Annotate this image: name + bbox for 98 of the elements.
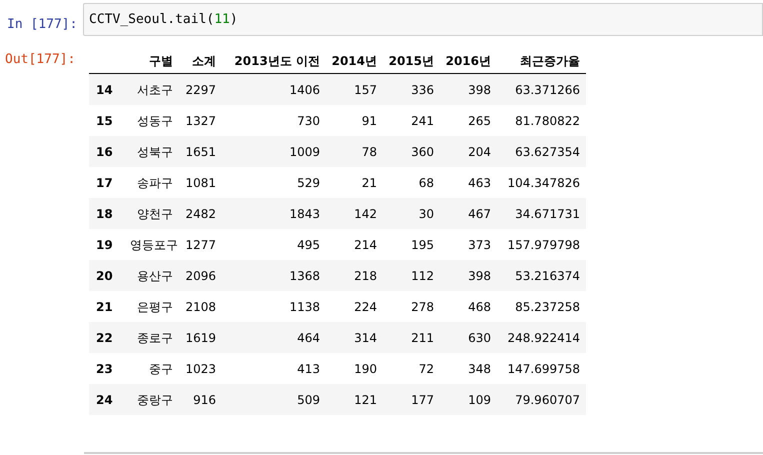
table-cell: 630	[468, 330, 491, 344]
table-cell: 204	[468, 144, 491, 158]
table-cell: 1327	[185, 114, 216, 128]
table-cell: 서초구	[137, 82, 173, 96]
row-index: 24	[96, 392, 113, 406]
table-cell: 1009	[289, 144, 320, 158]
table-cell: 211	[411, 330, 434, 344]
input-prompt: In [177]:	[7, 17, 78, 32]
table-cell: 360	[411, 144, 434, 158]
table-cell: 195	[411, 238, 434, 252]
column-header: 2016년	[446, 54, 491, 68]
table-cell: 529	[297, 176, 320, 190]
table-cell: 1277	[185, 238, 216, 252]
row-index: 17	[96, 176, 113, 190]
row-index: 21	[96, 300, 113, 314]
code-input-field[interactable]: CCTV_Seoul.tail(11)	[83, 3, 763, 36]
table-cell: 314	[354, 330, 377, 344]
row-index: 19	[96, 238, 113, 252]
table-cell: 영등포구	[130, 238, 178, 252]
table-cell: 1081	[185, 176, 216, 190]
column-header: 구별	[149, 54, 173, 68]
table-cell: 398	[468, 268, 491, 282]
column-header: 2015년	[388, 54, 434, 68]
table-cell: 2482	[185, 206, 216, 220]
table-cell: 1368	[289, 268, 320, 282]
table-cell: 468	[468, 300, 491, 314]
table-cell: 177	[411, 392, 434, 406]
table-cell: 1843	[289, 206, 320, 220]
table-cell: 157	[354, 82, 377, 96]
output-prompt: Out[177]:	[5, 52, 76, 67]
table-cell: 467	[468, 206, 491, 220]
table-cell: 413	[297, 362, 320, 376]
table-cell: 중랑구	[137, 392, 173, 406]
table-cell: 78	[362, 144, 377, 158]
table-cell: 21	[362, 176, 377, 190]
table-cell: 91	[362, 114, 377, 128]
table-cell: 1406	[289, 82, 320, 96]
table-cell: 72	[418, 362, 434, 376]
table-cell: 214	[354, 238, 377, 252]
table-cell: 79.960707	[515, 392, 580, 406]
table-cell: 142	[354, 206, 377, 220]
column-header: 소계	[192, 54, 216, 68]
table-cell: 147.699758	[507, 362, 580, 376]
table-cell: 916	[193, 392, 216, 406]
table-cell: 509	[297, 392, 320, 406]
table-cell: 81.780822	[515, 114, 580, 128]
row-index: 20	[96, 268, 113, 282]
table-cell: 2297	[185, 82, 216, 96]
column-header: 2014년	[332, 54, 377, 68]
table-cell: 1138	[289, 300, 320, 314]
column-header: 최근증가율	[520, 54, 580, 68]
table-cell: 730	[297, 114, 320, 128]
table-cell: 송파구	[137, 176, 173, 190]
table-cell: 63.627354	[515, 144, 580, 158]
table-cell: 30	[418, 206, 434, 220]
table-cell: 373	[468, 238, 491, 252]
row-index: 15	[96, 114, 113, 128]
table-cell: 용산구	[137, 268, 173, 282]
table-cell: 중구	[149, 362, 173, 376]
table-cell: 336	[411, 82, 434, 96]
table-cell: 109	[468, 392, 491, 406]
table-cell: 2108	[185, 300, 216, 314]
table-cell: 68	[418, 176, 434, 190]
table-cell: 85.237258	[515, 300, 580, 314]
table-cell: 1619	[185, 330, 216, 344]
table-cell: 1023	[185, 362, 216, 376]
table-cell: 248.922414	[507, 330, 580, 344]
table-cell: 495	[297, 238, 320, 252]
table-cell: 양천구	[137, 206, 173, 220]
table-cell: 63.371266	[515, 82, 580, 96]
table-cell: 성북구	[137, 144, 173, 158]
row-index: 16	[96, 144, 113, 158]
table-cell: 348	[468, 362, 491, 376]
row-index: 22	[96, 330, 113, 344]
table-cell: 278	[411, 300, 434, 314]
table-cell: 241	[411, 114, 434, 128]
table-cell: 104.347826	[507, 176, 580, 190]
table-cell: 224	[354, 300, 377, 314]
table-cell: 265	[468, 114, 491, 128]
table-cell: 성동구	[137, 114, 173, 128]
table-cell: 종로구	[137, 330, 173, 344]
row-index: 14	[96, 82, 113, 96]
row-index: 23	[96, 362, 113, 376]
table-cell: 53.216374	[515, 268, 580, 282]
table-cell: 463	[468, 176, 491, 190]
table-cell: 218	[354, 268, 377, 282]
row-index: 18	[96, 206, 113, 220]
table-cell: 34.671731	[515, 206, 580, 220]
table-cell: 398	[468, 82, 491, 96]
table-cell: 은평구	[137, 300, 173, 314]
table-cell: 464	[297, 330, 320, 344]
table-cell: 112	[411, 268, 434, 282]
table-cell: 121	[354, 392, 377, 406]
table-cell: 2096	[185, 268, 216, 282]
column-header: 2013년도 이전	[234, 54, 320, 68]
table-cell: 157.979798	[507, 238, 580, 252]
table-cell: 190	[354, 362, 377, 376]
table-cell: 1651	[185, 144, 216, 158]
